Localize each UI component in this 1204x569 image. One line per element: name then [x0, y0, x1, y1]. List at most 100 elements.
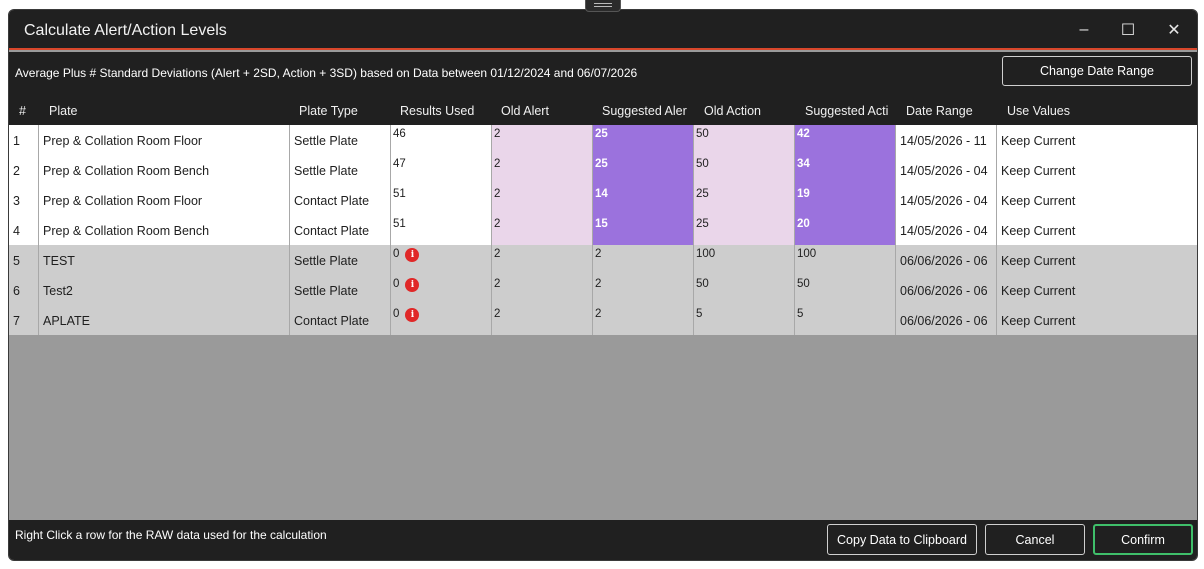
title-bar: Calculate Alert/Action Levels – ☐ ✕ — [9, 10, 1197, 50]
cell-use-values[interactable]: Keep Current — [997, 305, 1197, 335]
cell-old-action: 50 — [694, 155, 795, 185]
cell-results-used: 0i — [391, 245, 492, 275]
info-icon[interactable]: i — [405, 308, 420, 322]
cell-old-action: 100 — [694, 245, 795, 275]
cell-value: Contact Plate — [294, 194, 370, 208]
table-row[interactable]: 7 APLATE Contact Plate 0 i 2 2 5 5 06/06/2026 - 0… — [9, 305, 1197, 335]
cell-old-action: 5 — [694, 305, 795, 335]
cell-use-values[interactable]: Keep Current — [997, 125, 1197, 155]
cell-use-values[interactable]: Keep Current — [997, 245, 1197, 275]
cell-value: 2 — [494, 158, 501, 170]
table-row[interactable]: 5 TEST Settle Plate 0 i 2 2 100 100 06/06/2026 - … — [9, 245, 1197, 275]
maximize-icon[interactable]: ☐ — [1116, 18, 1140, 42]
cell-value: 2 — [13, 164, 20, 178]
cell-old-alert: 2 — [492, 245, 593, 275]
cell-value: Keep Current — [1001, 194, 1076, 208]
header-col-plate[interactable]: Plate — [49, 104, 294, 118]
calculation-description: Average Plus # Standard Deviations (Aler… — [15, 66, 638, 80]
cell-value: 5 — [797, 308, 804, 320]
cell-value: 15 — [595, 218, 608, 230]
header-col-results-used[interactable]: Results Used — [400, 104, 495, 118]
header-col-suggested-action[interactable]: Suggested Acti — [805, 104, 900, 118]
cell-value: 25 — [595, 158, 608, 170]
header-col-date-range[interactable]: Date Range — [906, 104, 1001, 118]
cell-old-action: 25 — [694, 215, 795, 245]
cell-old-action: 25 — [694, 185, 795, 215]
info-icon[interactable]: i — [405, 278, 420, 292]
cell-value: 4 — [13, 224, 20, 238]
cell-suggested-action: 34 — [795, 155, 896, 185]
cell-date-range: 14/05/2026 - 11 — [896, 125, 997, 155]
cell-use-values[interactable]: Keep Current — [997, 275, 1197, 305]
cell-number: 1 — [9, 125, 39, 155]
cell-plate: APLATE — [39, 305, 290, 335]
cell-date-range: 06/06/2026 - 06 — [896, 275, 997, 305]
cell-value: 2 — [494, 128, 501, 140]
cell-value: 50 — [696, 278, 709, 290]
header-col-old-alert[interactable]: Old Alert — [501, 104, 596, 118]
dialog-window: Calculate Alert/Action Levels – ☐ ✕ Aver… — [8, 9, 1198, 561]
cell-date-range: 14/05/2026 - 04 — [896, 155, 997, 185]
cell-value: Prep & Collation Room Floor — [43, 194, 203, 208]
header-col-use-values[interactable]: Use Values — [1007, 104, 1197, 118]
cell-value: Settle Plate — [294, 134, 358, 148]
cell-value: Keep Current — [1001, 224, 1076, 238]
cell-date-range: 06/06/2026 - 06 — [896, 245, 997, 275]
window-title: Calculate Alert/Action Levels — [24, 22, 227, 39]
close-icon[interactable]: ✕ — [1162, 18, 1186, 42]
drag-grip-handle[interactable] — [585, 0, 621, 12]
cell-number: 2 — [9, 155, 39, 185]
cell-value: APLATE — [43, 314, 91, 328]
table-row[interactable]: 2 Prep & Collation Room Bench Settle Plate… — [9, 155, 1197, 185]
cell-value: 06/06/2026 - 06 — [900, 314, 988, 328]
cell-suggested-alert: 25 — [593, 155, 694, 185]
cell-date-range: 14/05/2026 - 04 — [896, 185, 997, 215]
cell-value: 42 — [797, 128, 810, 140]
cell-value: 06/06/2026 - 06 — [900, 254, 988, 268]
header-col-number[interactable]: # — [19, 104, 43, 118]
cell-plate-type: Settle Plate — [290, 245, 391, 275]
cell-value: 2 — [494, 218, 501, 230]
cell-results-used: 51 — [391, 185, 492, 215]
table-row[interactable]: 6 Test2 Settle Plate 0 i 2 2 50 50 06/06/2026 - 0… — [9, 275, 1197, 305]
cell-value: 2 — [595, 248, 602, 260]
cell-value: 50 — [696, 128, 709, 140]
cell-value: Keep Current — [1001, 314, 1076, 328]
cancel-button[interactable]: Cancel — [985, 524, 1085, 555]
cell-plate: Prep & Collation Room Floor — [39, 185, 290, 215]
cell-value: 14 — [595, 188, 608, 200]
table-column-header: # Plate Plate Type Results Used Old Alert Sug… — [9, 96, 1197, 125]
header-col-suggested-alert[interactable]: Suggested Aler — [602, 104, 697, 118]
cell-value: Prep & Collation Room Bench — [43, 224, 210, 238]
cell-value: Keep Current — [1001, 254, 1076, 268]
cell-suggested-alert: 2 — [593, 275, 694, 305]
cell-use-values[interactable]: Keep Current — [997, 215, 1197, 245]
cell-use-values[interactable]: Keep Current — [997, 185, 1197, 215]
change-date-range-button[interactable]: Change Date Range — [1002, 56, 1192, 86]
cell-suggested-alert: 2 — [593, 245, 694, 275]
cell-value: 1 — [13, 134, 20, 148]
cell-value: 25 — [696, 188, 709, 200]
cell-use-values[interactable]: Keep Current — [997, 155, 1197, 185]
cell-suggested-alert: 14 — [593, 185, 694, 215]
cell-value: 2 — [494, 188, 501, 200]
cell-value: Contact Plate — [294, 224, 370, 238]
table-row[interactable]: 3 Prep & Collation Room Floor Contact Plat… — [9, 185, 1197, 215]
cell-value: 25 — [696, 218, 709, 230]
cell-plate: Test2 — [39, 275, 290, 305]
cell-value: 2 — [494, 308, 501, 320]
cell-value: 0 — [393, 278, 400, 290]
header-col-plate-type[interactable]: Plate Type — [299, 104, 394, 118]
header-col-old-action[interactable]: Old Action — [704, 104, 799, 118]
info-icon[interactable]: i — [405, 248, 420, 262]
cell-plate-type: Settle Plate — [290, 275, 391, 305]
cell-value: 50 — [797, 278, 810, 290]
cell-value: Test2 — [43, 284, 73, 298]
cell-value: 34 — [797, 158, 810, 170]
cell-old-alert: 2 — [492, 305, 593, 335]
minimize-icon[interactable]: – — [1072, 18, 1096, 42]
confirm-button[interactable]: Confirm — [1093, 524, 1193, 555]
copy-to-clipboard-button[interactable]: Copy Data to Clipboard — [827, 524, 977, 555]
table-row[interactable]: 4 Prep & Collation Room Bench Contact Plat… — [9, 215, 1197, 245]
table-row[interactable]: 1 Prep & Collation Room Floor Settle Plate… — [9, 125, 1197, 155]
